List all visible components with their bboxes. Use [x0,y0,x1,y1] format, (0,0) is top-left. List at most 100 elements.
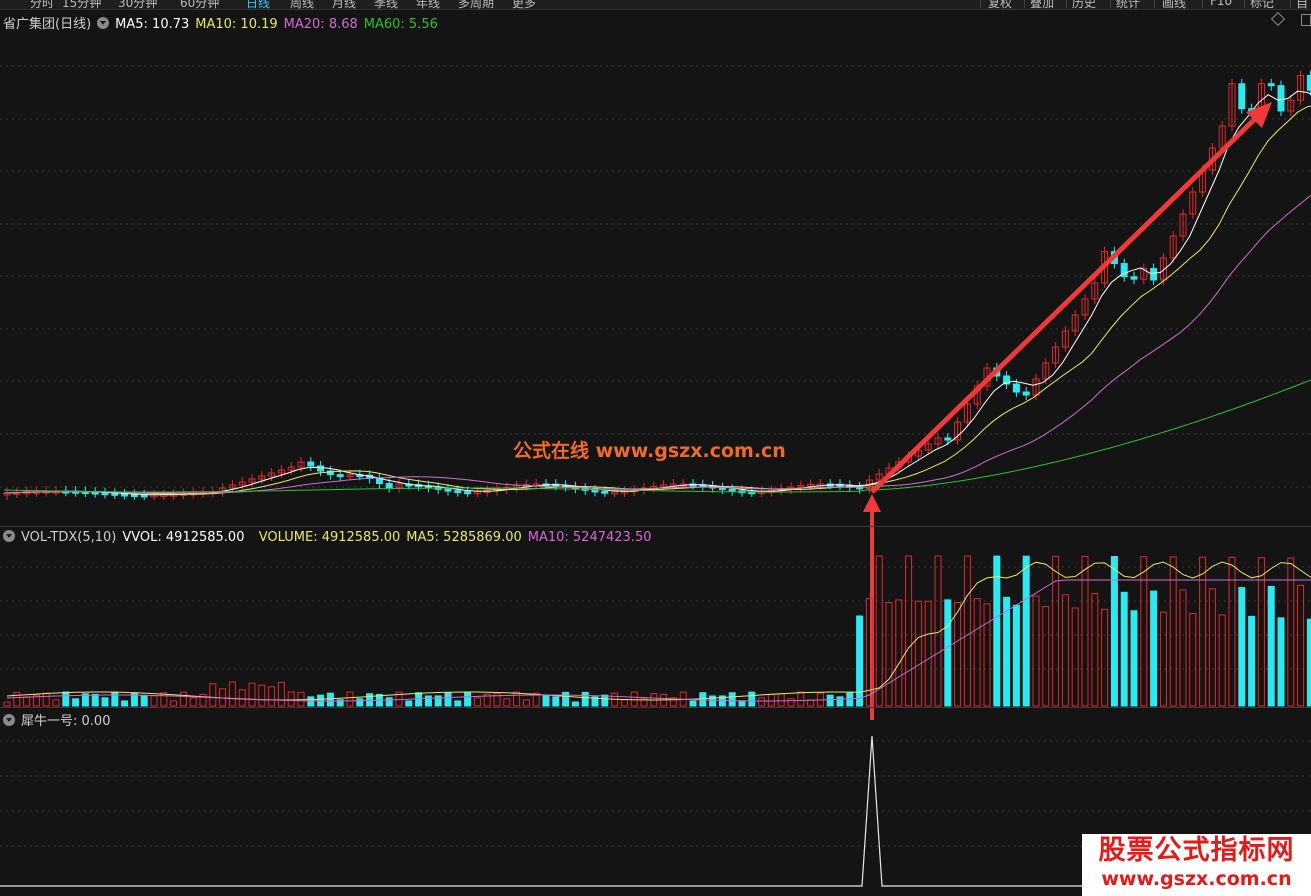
volume-bar [983,603,991,707]
candle-body [307,461,315,467]
candle-body [317,465,325,472]
volume-bar [238,689,246,707]
dropdown-icon[interactable] [3,714,15,726]
dropdown-icon[interactable] [97,17,110,29]
volume-bar [385,697,393,707]
candle-body [1267,83,1275,87]
volume-bar [689,700,697,707]
volume-bar [1297,584,1305,707]
volume-bar [1159,611,1167,707]
candle-body [444,488,452,492]
volume-bar [1022,555,1030,707]
volume-bar [1042,606,1050,707]
dropdown-icon[interactable] [3,530,15,542]
volume-bar [258,684,266,707]
volume-bar [552,696,560,707]
volume-bar [767,693,775,707]
watermark: 公式在线 www.gszx.com.cn [513,440,786,462]
signal-value: : 0.00 [73,714,111,729]
volume-bar [758,697,766,707]
trend-arrow [870,110,1264,494]
volume-bar [1179,589,1187,707]
volume-bar [885,602,893,707]
volume-bar [924,600,932,707]
volume-bar [121,700,129,707]
volume-bar [826,694,834,707]
volume-bar [1169,556,1177,707]
ma20-label: MA20: 8.68 [283,17,358,32]
candle-body [1012,383,1020,393]
volume-bar [297,691,305,707]
volume-bar [1110,556,1118,707]
volume-bar [709,695,717,707]
volume-bar [140,695,148,707]
volume-bar [52,699,60,707]
volume-bar [62,691,70,707]
volume-bar [1238,587,1246,707]
candle-body [601,490,609,494]
site-logo: 股票公式指标网 www.gszx.com.cn [1082,834,1311,896]
ma5-line [3,90,1311,496]
volume-bar [1267,585,1275,707]
ma10-label: MA10: 10.19 [195,17,278,32]
panel-divider [0,707,1311,708]
volume-legend: VOL-TDX(5,10) VVOL: 4912585.00 VOLUME: 49… [3,530,658,545]
volume-bar [346,691,354,707]
volume-bar [473,697,481,707]
volume-bar [277,681,285,707]
volume-bar [973,598,981,707]
volume-bar [620,699,628,707]
volume-bar [1091,593,1099,707]
volume-bar [954,602,962,707]
volume-bar [1120,591,1128,707]
vol-indicator-name: VOL-TDX(5,10) [21,530,117,545]
volume-bar [248,682,256,707]
ma60-label: MA60: 5.56 [363,17,438,32]
volume-bar [150,695,158,707]
volume-bar [111,691,119,707]
candle-body [944,437,952,441]
volume-bar [699,692,707,707]
vol-ma5-label: MA5: 5285869.00 [406,530,522,545]
volume-bar [209,683,217,707]
candle-body [1130,276,1138,280]
volume-bar [777,693,785,707]
volume-bar [1061,594,1069,707]
volume-bar [1150,590,1158,707]
volume-bar [905,555,913,707]
volume-bar [1012,604,1020,707]
volume-bar [836,696,844,707]
volume-bar [1032,595,1040,707]
candle-body [336,474,344,478]
volume-bar [405,700,413,707]
candle-body [1238,83,1246,110]
volume-bar [170,700,178,707]
volume-bar [993,555,1001,707]
volume-bar [748,691,756,707]
ma5-label: MA5: 10.73 [115,17,190,32]
volume-bar [1306,618,1311,707]
volume-bar [581,691,589,707]
panel-toggle-icon[interactable] [1301,14,1311,26]
signal-legend: 犀牛一号: 0.00 [3,710,116,729]
volume-bar [963,555,971,707]
candle-body [130,494,138,498]
volume-bar [522,699,530,707]
signal-arrowhead [863,494,881,512]
volume-bar [601,694,609,707]
volume-bar [513,691,521,707]
volume-bar [101,697,109,707]
volume-bar [1071,607,1079,707]
volume-bar [444,692,452,707]
volume-bar [3,701,11,707]
volume-bar [630,691,638,707]
candle-body [728,488,736,492]
volume-bar [797,691,805,707]
volume-bar [944,599,952,707]
panel-divider [0,526,1311,527]
signal-indicator-name: 犀牛一号 [21,714,74,729]
volume-bar [454,700,462,707]
volume-bar [424,695,432,707]
volume-bar [356,698,364,707]
vol-ma10-label: MA10: 5247423.50 [527,530,652,545]
